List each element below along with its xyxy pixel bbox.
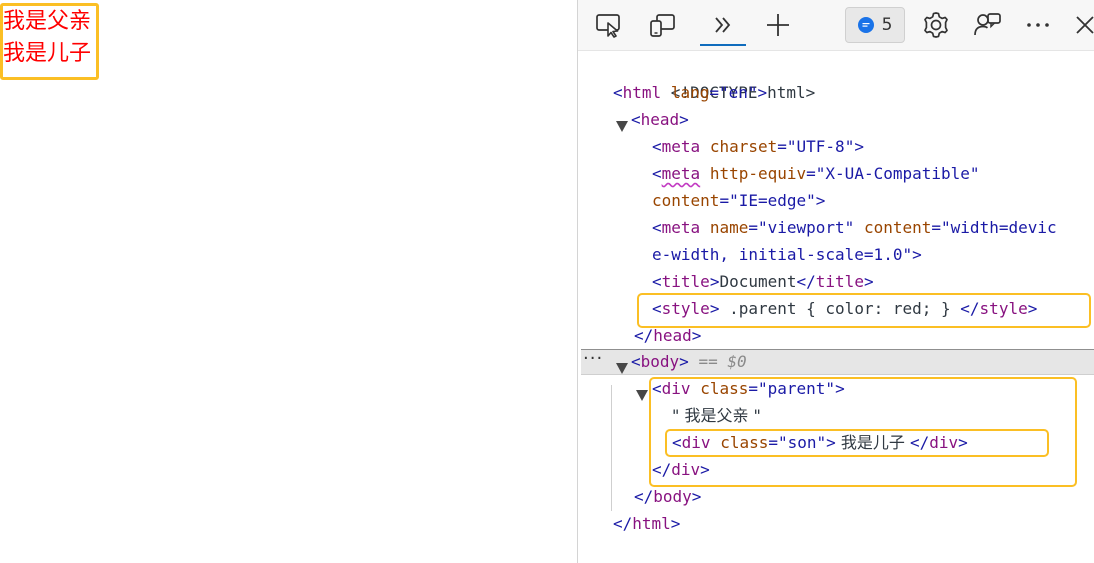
- new-tab-icon[interactable]: [761, 8, 795, 42]
- issues-count: 5: [881, 15, 893, 35]
- devtools-panel: 5 ··· <!DOCTYPE html> <html lang="en"> <…: [577, 0, 1094, 563]
- rendered-page: 我是父亲 我是儿子: [0, 0, 578, 563]
- dom-tree: ··· <!DOCTYPE html> <html lang="en"> <he…: [578, 52, 1094, 563]
- meta-content-continued[interactable]: content="IE=edge">: [652, 187, 825, 214]
- meta-viewport-continued[interactable]: e-width, initial-scale=1.0">: [652, 241, 922, 268]
- tree-guide-line: [611, 385, 612, 511]
- inspect-element-icon[interactable]: [592, 8, 626, 42]
- expand-div-arrow[interactable]: [636, 390, 648, 401]
- feedback-icon[interactable]: [971, 8, 1005, 42]
- more-options-icon[interactable]: [1021, 8, 1055, 42]
- html-node[interactable]: <html lang="en">: [613, 79, 767, 106]
- body-node[interactable]: <body> == $0: [631, 348, 747, 375]
- title-node[interactable]: <title>Document</title>: [652, 268, 874, 295]
- close-icon[interactable]: [1068, 8, 1094, 42]
- more-tabs-icon[interactable]: [706, 8, 740, 42]
- settings-icon[interactable]: [919, 8, 953, 42]
- son-text: 我是儿子: [3, 41, 92, 66]
- body-close-node[interactable]: </body>: [634, 483, 701, 510]
- meta-viewport-node[interactable]: <meta name="viewport" content="width=dev…: [652, 214, 1057, 241]
- node-actions-ellipsis[interactable]: ···: [583, 349, 603, 373]
- expand-body-arrow[interactable]: [616, 363, 628, 374]
- meta-http-equiv-node[interactable]: <meta http-equiv="X-UA-Compatible": [652, 160, 980, 187]
- style-highlight-box: [637, 293, 1091, 328]
- parent-div-highlighted[interactable]: 我是父亲 我是儿子: [0, 3, 99, 80]
- parent-text: 我是父亲: [3, 9, 92, 34]
- son-div-highlight-box: [665, 429, 1049, 457]
- active-tab-indicator: [700, 44, 746, 46]
- html-close-node[interactable]: </html>: [613, 510, 680, 537]
- devtools-toolbar: 5: [578, 0, 1094, 51]
- issues-button[interactable]: 5: [845, 7, 905, 43]
- issues-icon: [857, 17, 874, 33]
- doctype-node[interactable]: <!DOCTYPE html>: [613, 52, 816, 102]
- head-node[interactable]: <head>: [631, 106, 689, 133]
- meta-charset-node[interactable]: <meta charset="UTF-8">: [652, 133, 864, 160]
- device-emulation-icon[interactable]: [645, 8, 679, 42]
